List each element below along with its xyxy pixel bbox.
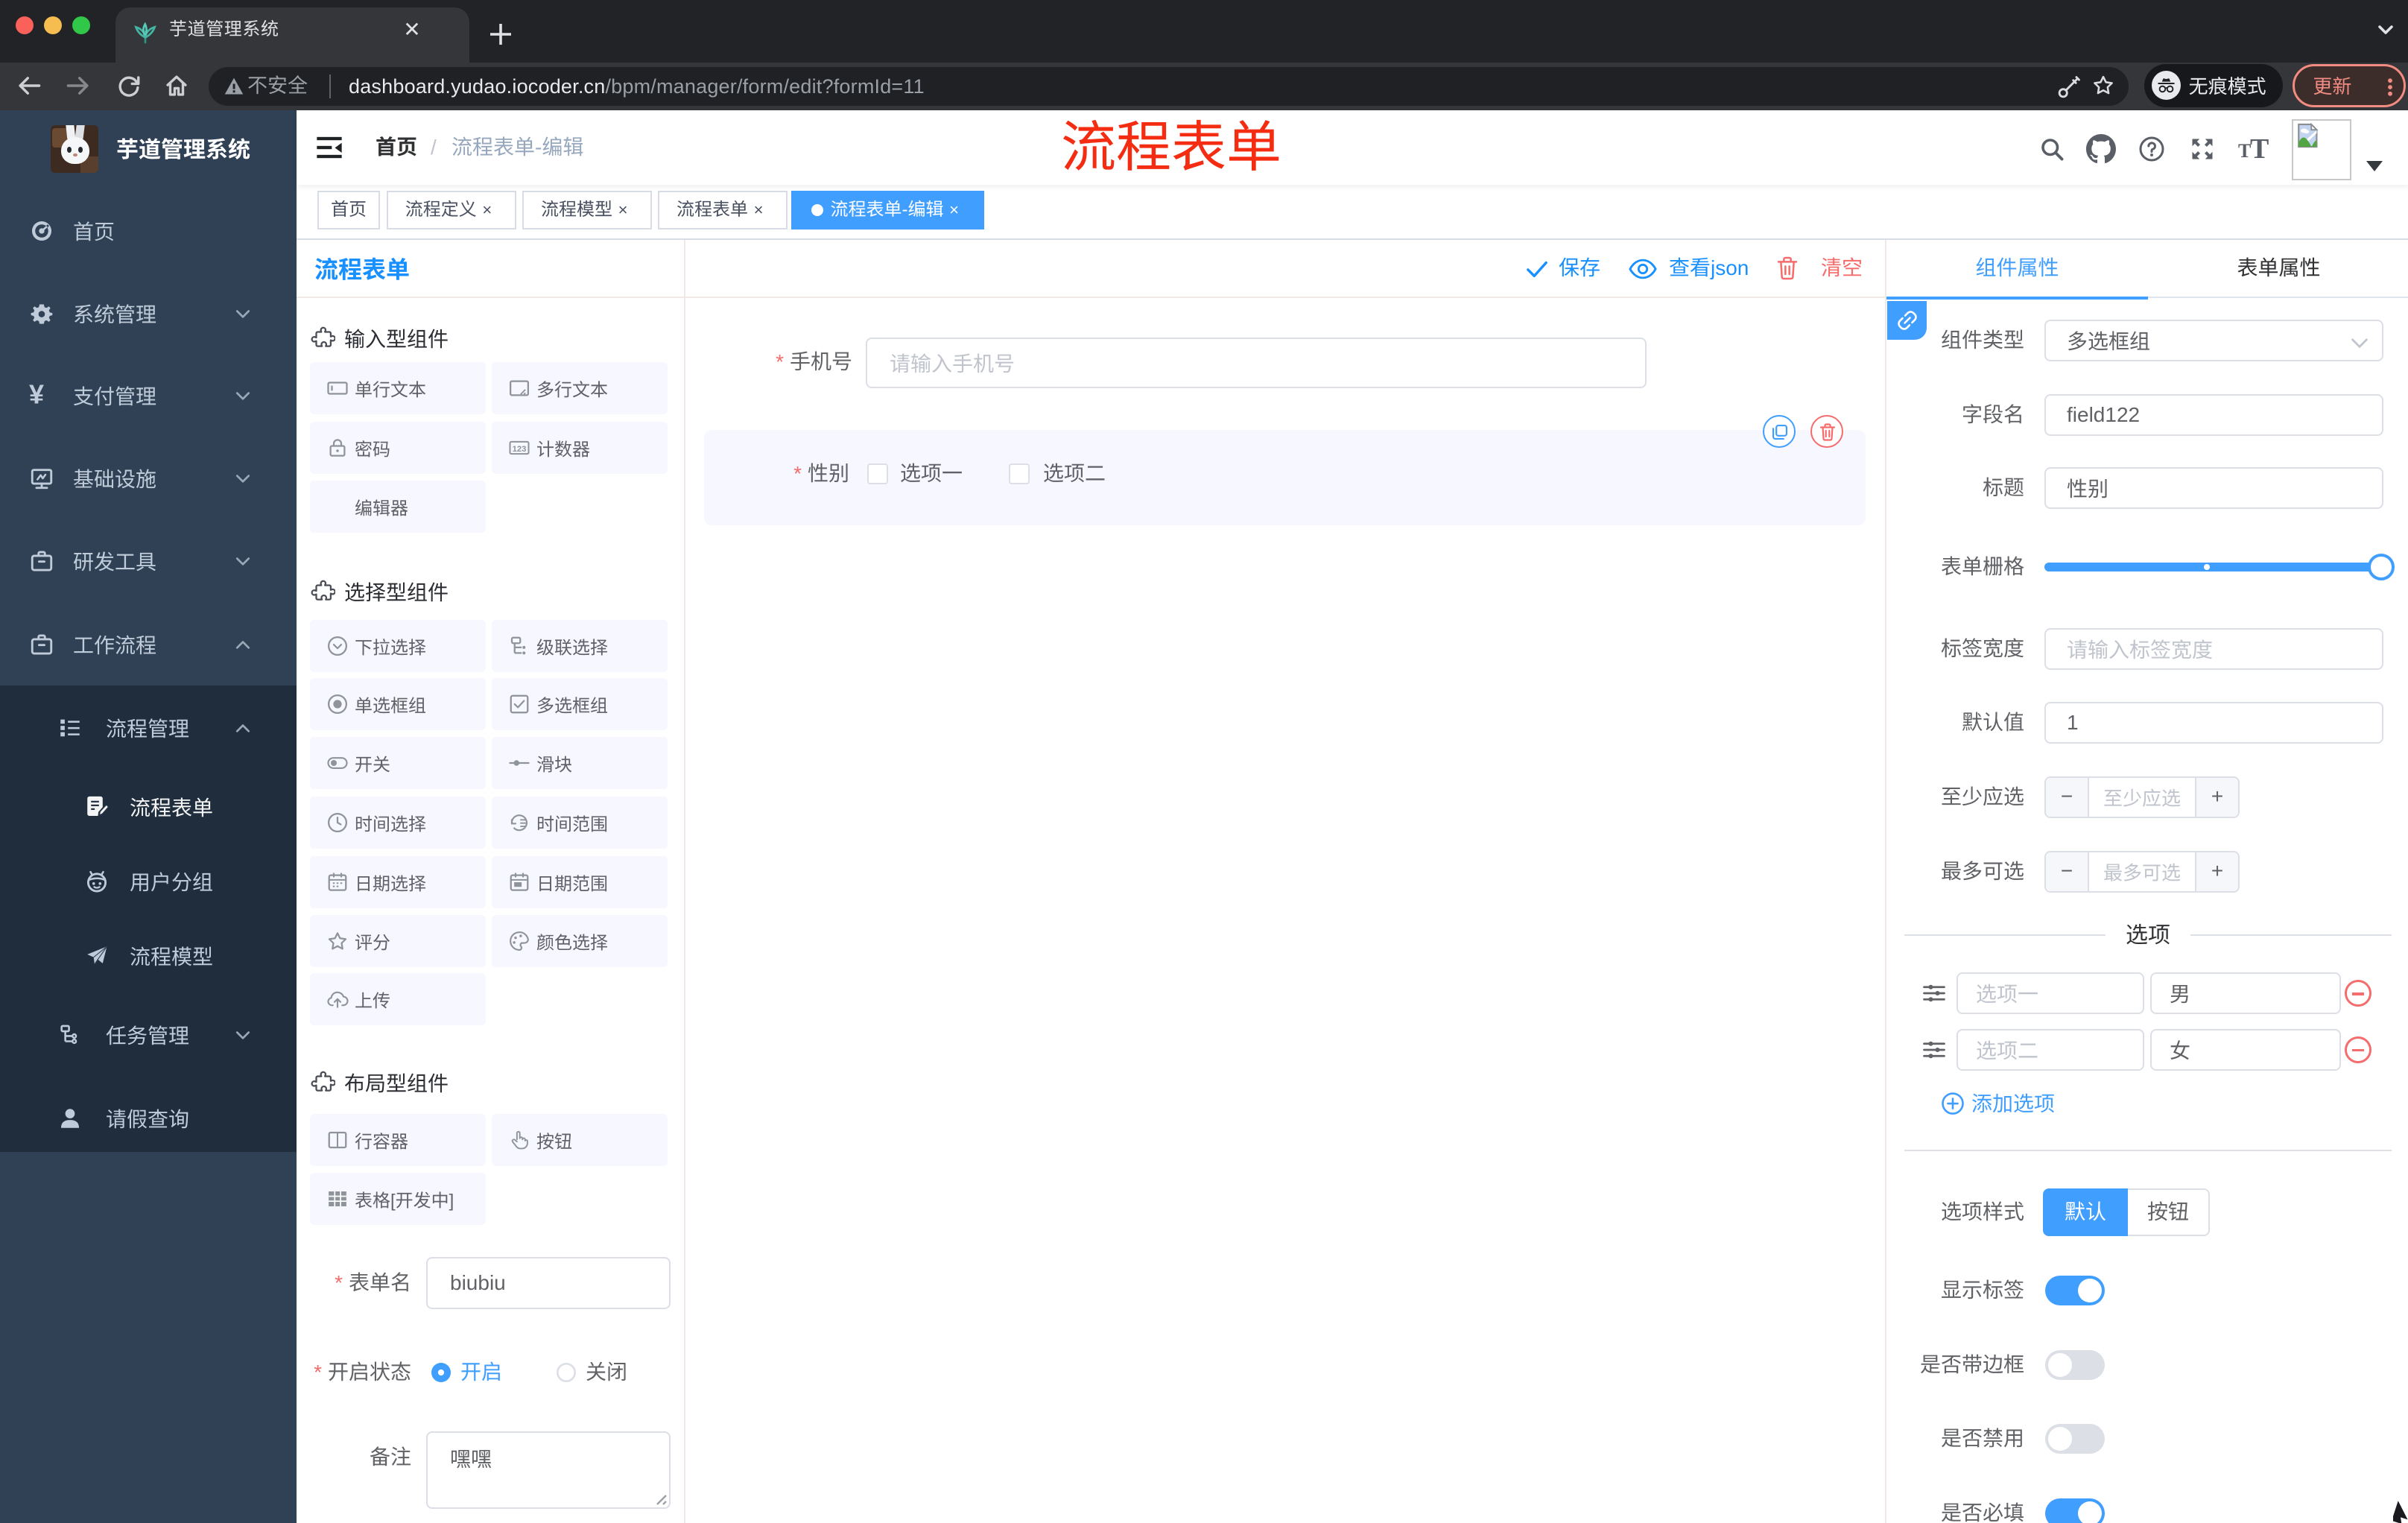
svg-text:123: 123 <box>513 444 527 453</box>
